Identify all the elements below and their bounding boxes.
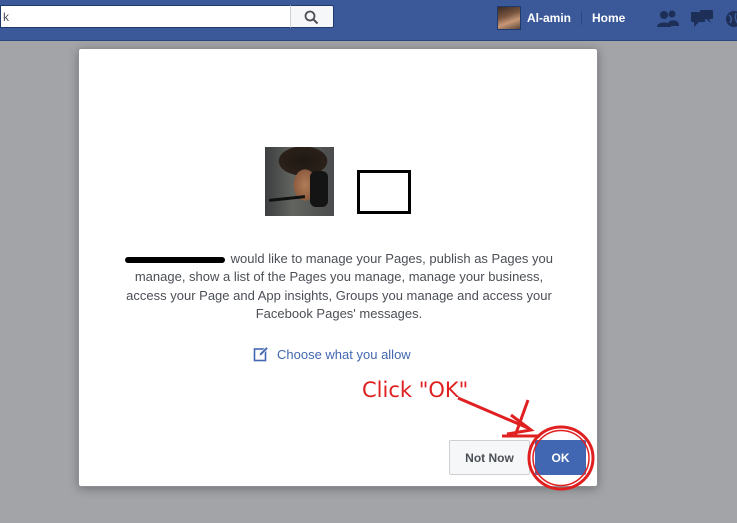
not-now-button[interactable]: Not Now: [449, 440, 530, 475]
choose-what-you-allow-link[interactable]: Choose what you allow: [253, 346, 411, 362]
redacted-app-name: [125, 256, 226, 263]
headset-shape: [310, 171, 328, 207]
search-icon: [304, 10, 319, 25]
app-icon-placeholder: [357, 170, 411, 214]
search-input[interactable]: k: [0, 5, 290, 28]
ok-button[interactable]: OK: [535, 440, 586, 475]
choose-link-label: Choose what you allow: [277, 346, 411, 362]
microphone-shape: [268, 195, 306, 202]
top-navigation-bar: k Al-amin Home: [0, 0, 737, 41]
user-profile-photo: [265, 147, 334, 216]
messages-icon[interactable]: [690, 9, 714, 29]
nav-divider: [581, 11, 582, 25]
search-button[interactable]: [290, 5, 334, 28]
profile-name: Al-amin: [527, 11, 572, 25]
home-link[interactable]: Home: [592, 11, 625, 25]
permission-description: would like to manage your Pages, publish…: [121, 250, 557, 323]
annotation-text: Click "OK": [362, 378, 469, 402]
friend-requests-icon[interactable]: [656, 9, 680, 29]
permission-dialog: would like to manage your Pages, publish…: [78, 48, 598, 487]
notifications-globe-icon[interactable]: [724, 9, 737, 29]
edit-icon: [253, 346, 269, 362]
avatar: [497, 6, 521, 30]
profile-link[interactable]: Al-amin: [497, 6, 571, 30]
